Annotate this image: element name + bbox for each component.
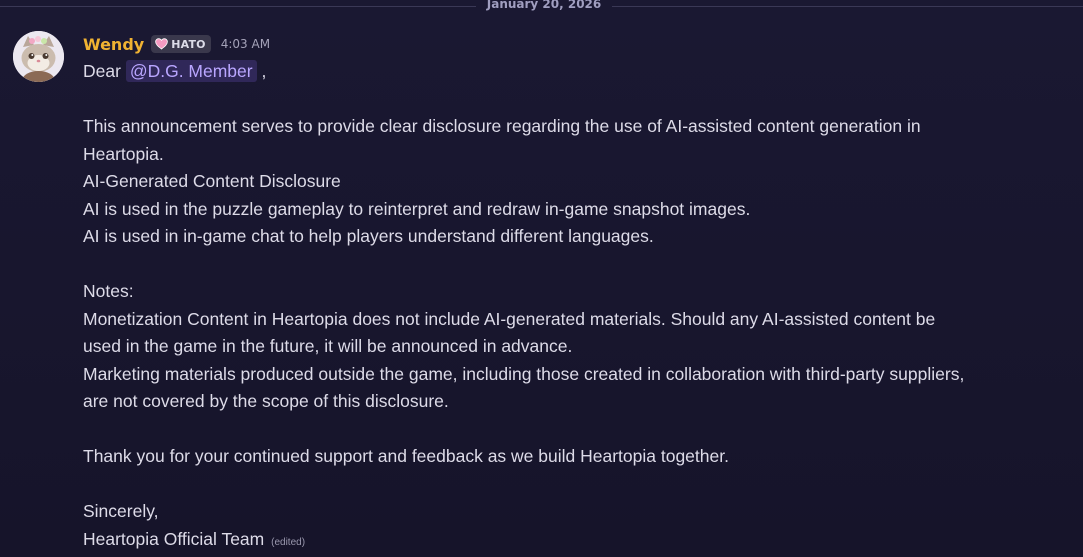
heart-icon (155, 38, 169, 50)
message-line: Sincerely, (83, 501, 159, 521)
chat-panel: January 20, 2026 Wendy HATO 4:03 AM Dear… (0, 0, 1083, 557)
signature-text: Heartopia Official Team (83, 528, 265, 549)
message-header: Wendy HATO 4:03 AM (83, 32, 270, 56)
greeting-line: Dear @D.G. Member , (83, 58, 1073, 86)
message-line: Monetization Content in Heartopia does n… (83, 308, 936, 329)
message-line: Marketing materials produced outside the… (83, 363, 965, 384)
greeting-prefix: Dear (83, 61, 121, 81)
guild-tag[interactable]: HATO (151, 35, 211, 53)
message-line: used in the game in the future, it will … (83, 336, 573, 356)
author-name[interactable]: Wendy (83, 35, 144, 54)
date-divider: January 20, 2026 (0, 0, 1083, 14)
guild-tag-label: HATO (171, 37, 206, 51)
cat-avatar-icon (13, 31, 64, 82)
divider-line-right (612, 6, 1083, 7)
message-line: Heartopia. (83, 143, 164, 164)
divider-line-left (0, 6, 476, 7)
message-line: Thank you for your continued support and… (83, 446, 729, 466)
message-line: AI is used in in-game chat to help playe… (83, 226, 654, 246)
signature-line: Heartopia Official Team (edited) (83, 526, 1073, 554)
message-line: Notes: (83, 281, 134, 301)
edited-label: (edited) (271, 536, 306, 548)
timestamp[interactable]: 4:03 AM (221, 37, 270, 51)
avatar[interactable] (13, 31, 64, 82)
divider-date: January 20, 2026 (486, 0, 602, 11)
message-line: AI is used in the puzzle gameplay to rei… (83, 198, 751, 219)
message-line: are not covered by the scope of this dis… (83, 391, 449, 411)
greeting-suffix: , (261, 61, 267, 81)
message-line: AI-Generated Content Disclosure (83, 171, 341, 191)
message-body: Dear @D.G. Member , This announcement se… (83, 58, 1073, 553)
user-mention[interactable]: @D.G. Member (125, 60, 257, 82)
message-line: This announcement serves to provide clea… (83, 116, 921, 136)
